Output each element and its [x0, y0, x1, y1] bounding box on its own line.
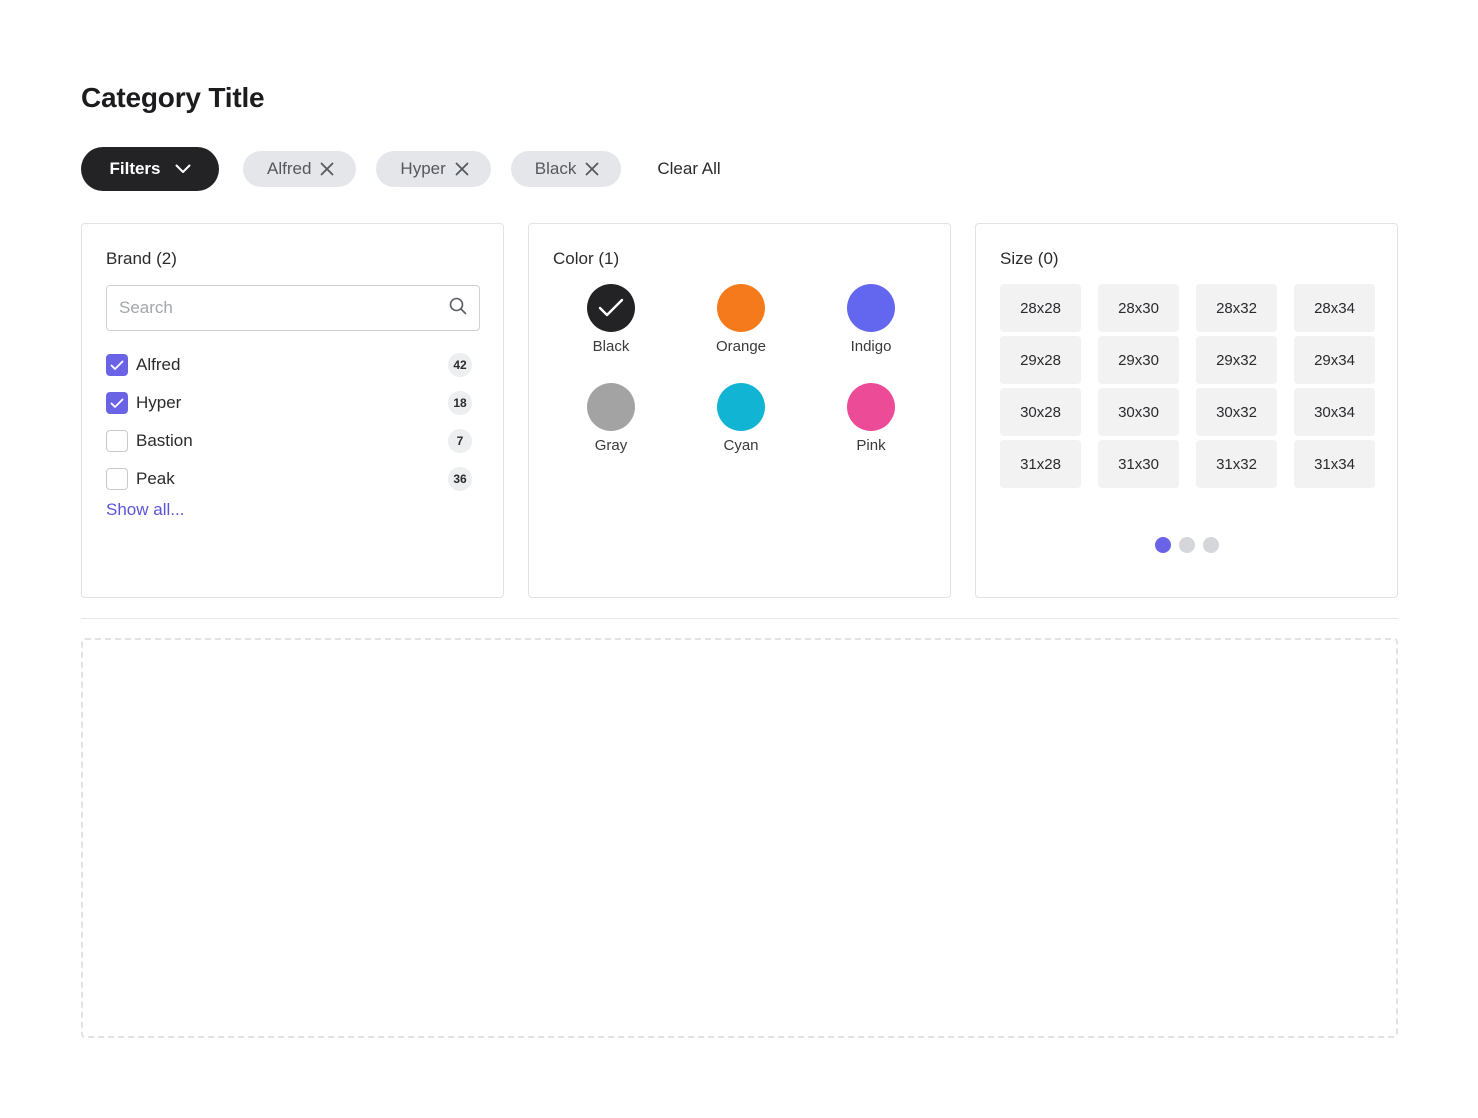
- close-icon[interactable]: [585, 162, 599, 176]
- count-badge: 42: [448, 353, 472, 377]
- check-icon: [110, 360, 124, 370]
- brand-item-hyper[interactable]: Hyper 18: [106, 384, 472, 422]
- size-option[interactable]: 30x34: [1294, 388, 1375, 436]
- brand-search-input[interactable]: [119, 298, 449, 318]
- chip-label: Alfred: [267, 159, 312, 178]
- size-option[interactable]: 31x34: [1294, 440, 1375, 488]
- size-option[interactable]: 28x30: [1098, 284, 1179, 332]
- checkbox-unchecked[interactable]: [106, 468, 128, 490]
- size-panel: Size (0) 28x28 28x30 28x32 28x34 29x28 2…: [975, 223, 1398, 598]
- size-option[interactable]: 30x28: [1000, 388, 1081, 436]
- size-option[interactable]: 28x28: [1000, 284, 1081, 332]
- color-label: Orange: [715, 338, 767, 355]
- brand-label: Bastion: [136, 431, 193, 450]
- checkbox-checked[interactable]: [106, 392, 128, 414]
- active-filter-chip-hyper[interactable]: Hyper: [376, 151, 491, 187]
- color-swatch-indigo[interactable]: Indigo: [806, 284, 936, 355]
- size-option[interactable]: 29x30: [1098, 336, 1179, 384]
- size-option[interactable]: 31x32: [1196, 440, 1277, 488]
- results-placeholder-area: [81, 638, 1398, 1038]
- filters-dropdown-button[interactable]: Filters: [81, 147, 219, 191]
- size-option[interactable]: 31x28: [1000, 440, 1081, 488]
- count-badge: 18: [448, 391, 472, 415]
- filter-bar: Filters Alfred Hyper Black Clear All: [81, 147, 721, 191]
- color-panel-title: Color (1): [553, 249, 620, 268]
- count-badge: 36: [448, 467, 472, 491]
- chevron-down-icon: [175, 164, 191, 174]
- color-swatch-cyan[interactable]: Cyan: [676, 383, 806, 454]
- brand-item-alfred[interactable]: Alfred 42: [106, 346, 472, 384]
- color-dot[interactable]: [587, 383, 635, 431]
- color-dot[interactable]: [717, 284, 765, 332]
- brand-list: Alfred 42 Hyper 18 Bastion 7 Peak 36: [106, 346, 472, 498]
- close-icon[interactable]: [455, 162, 469, 176]
- pager-dot[interactable]: [1178, 537, 1195, 553]
- brand-search-box[interactable]: [106, 285, 480, 331]
- size-grid: 28x28 28x30 28x32 28x34 29x28 29x30 29x3…: [1000, 284, 1375, 488]
- brand-label: Hyper: [136, 393, 182, 412]
- count-badge: 7: [448, 429, 472, 453]
- search-icon[interactable]: [449, 297, 467, 320]
- size-option[interactable]: 30x32: [1196, 388, 1277, 436]
- active-filter-chip-alfred[interactable]: Alfred: [243, 151, 357, 187]
- color-dot[interactable]: [717, 383, 765, 431]
- color-label: Black: [592, 338, 630, 355]
- chip-label: Hyper: [400, 159, 446, 178]
- size-option[interactable]: 29x28: [1000, 336, 1081, 384]
- brand-panel: Brand (2) Alfred 42 Hyper 18: [81, 223, 504, 598]
- pager-dot[interactable]: [1202, 537, 1219, 553]
- size-panel-title: Size (0): [1000, 249, 1059, 268]
- size-pager: [976, 537, 1397, 553]
- color-dot[interactable]: [847, 284, 895, 332]
- divider: [81, 618, 1398, 619]
- brand-label: Peak: [136, 469, 175, 488]
- active-filter-chip-black[interactable]: Black: [510, 151, 622, 187]
- brand-item-bastion[interactable]: Bastion 7: [106, 422, 472, 460]
- size-option[interactable]: 29x32: [1196, 336, 1277, 384]
- color-label: Indigo: [850, 338, 892, 355]
- brand-label: Alfred: [136, 355, 181, 374]
- color-swatch-gray[interactable]: Gray: [546, 383, 676, 454]
- size-option[interactable]: 28x34: [1294, 284, 1375, 332]
- show-all-link[interactable]: Show all...: [106, 500, 184, 520]
- brand-panel-title: Brand (2): [106, 249, 177, 268]
- chip-label: Black: [534, 159, 577, 178]
- close-icon[interactable]: [320, 162, 334, 176]
- pager-dot[interactable]: [1154, 537, 1171, 553]
- size-option[interactable]: 30x30: [1098, 388, 1179, 436]
- color-swatch-pink[interactable]: Pink: [806, 383, 936, 454]
- check-icon: [598, 298, 624, 317]
- color-dot[interactable]: [587, 284, 635, 332]
- color-label: Gray: [594, 437, 628, 454]
- clear-all-button[interactable]: Clear All: [657, 159, 720, 179]
- color-label: Pink: [856, 437, 886, 454]
- page-title: Category Title: [81, 82, 265, 113]
- color-swatch-black[interactable]: Black: [546, 284, 676, 355]
- checkbox-unchecked[interactable]: [106, 430, 128, 452]
- color-label: Cyan: [723, 437, 759, 454]
- filters-button-label: Filters: [109, 159, 161, 178]
- color-dot[interactable]: [847, 383, 895, 431]
- check-icon: [110, 398, 124, 408]
- checkbox-checked[interactable]: [106, 354, 128, 376]
- size-option[interactable]: 29x34: [1294, 336, 1375, 384]
- size-option[interactable]: 28x32: [1196, 284, 1277, 332]
- color-panel: Color (1) Black Orange Indigo Gray Cyan …: [528, 223, 951, 598]
- brand-item-peak[interactable]: Peak 36: [106, 460, 472, 498]
- size-option[interactable]: 31x30: [1098, 440, 1179, 488]
- color-swatch-orange[interactable]: Orange: [676, 284, 806, 355]
